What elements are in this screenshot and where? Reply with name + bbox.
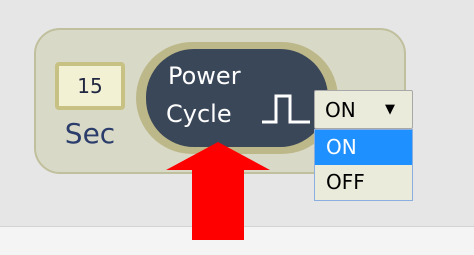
timer-unit-label: Sec	[64, 117, 116, 150]
pulse-waveform-icon	[262, 94, 310, 124]
timer-value-field[interactable]: 15	[55, 62, 125, 110]
mode-dropdown-list: ON OFF	[314, 129, 413, 201]
chevron-down-icon: ▼	[385, 102, 395, 117]
power-cycle-label-line1: Power	[168, 62, 241, 90]
mode-select-value: ON	[325, 98, 356, 122]
up-arrow-icon	[166, 142, 270, 240]
dropdown-option-off[interactable]: OFF	[315, 165, 412, 200]
timer-value: 15	[77, 74, 103, 98]
power-cycle-label-line2: Cycle	[166, 100, 232, 128]
mode-select[interactable]: ON ▼	[314, 90, 413, 129]
dropdown-option-on[interactable]: ON	[315, 130, 412, 165]
